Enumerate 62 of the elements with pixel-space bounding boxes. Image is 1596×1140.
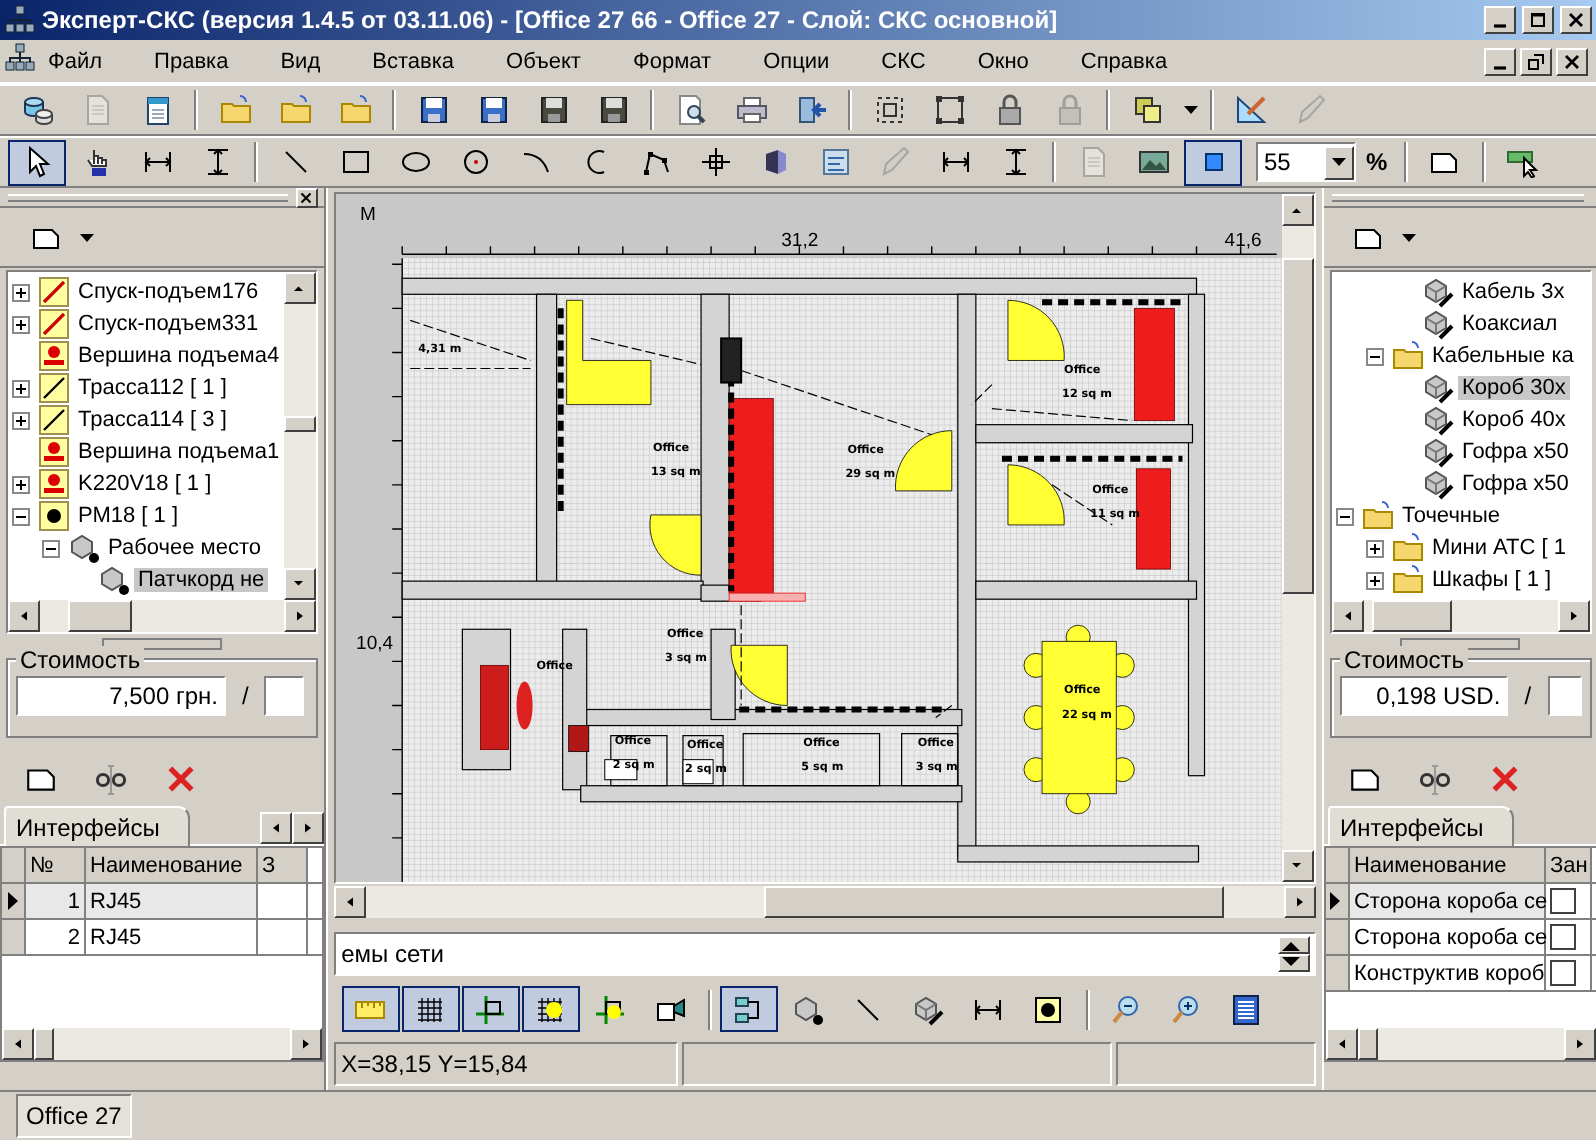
tree-item[interactable]: K220V18 [ 1 ] (74, 472, 216, 496)
tree-item[interactable]: Рабочее место (104, 536, 266, 560)
cost-label: Стоимость (1339, 646, 1469, 674)
tree-item[interactable]: Вершина подъема4 (74, 344, 284, 368)
ruler-label: 31,2 (780, 230, 818, 253)
document-tab[interactable]: Office 27 (16, 1094, 132, 1138)
command-field[interactable]: емы сети (333, 932, 1316, 976)
menu-item[interactable]: Формат (608, 49, 740, 73)
menu-item[interactable]: Вставка (348, 49, 483, 73)
tree-item[interactable]: Коаксиал (1457, 312, 1562, 336)
ruler-label: M (359, 204, 376, 227)
menu-item[interactable]: Справка (1056, 49, 1196, 73)
menu-item[interactable]: Файл (36, 49, 131, 73)
window-title: Эксперт-СКС (версия 1.4.5 от 03.11.06) - [Office 27 66 - Office 27 - Слой: СКС основной] (42, 6, 1060, 34)
tree-item[interactable]: Кабель 3х (1457, 280, 1569, 304)
tree-item[interactable]: Вершина подъема1 (74, 440, 284, 464)
tree-item[interactable]: Спуск-подъем176 (74, 280, 263, 304)
tree-item[interactable]: Гофра х50 (1457, 472, 1573, 496)
divider-slash: / (242, 682, 249, 710)
tree-item[interactable]: Трасса114 [ 3 ] (74, 408, 231, 432)
table-cell: Сторона короба се (1349, 884, 1546, 918)
cost-field[interactable]: 7,500 грн. (16, 676, 226, 716)
menu-item[interactable]: Правка (130, 49, 257, 73)
tab[interactable]: Интерфейсы (4, 806, 190, 846)
table-cell: 2 (26, 920, 86, 954)
zoom-combo[interactable]: 55 (1256, 142, 1356, 182)
menu-item[interactable]: СКС (857, 49, 954, 73)
ruler-label: 10,4 (355, 633, 393, 656)
command-text: емы сети (339, 940, 446, 968)
tree-item[interactable]: Трасса112 [ 1 ] (74, 376, 231, 400)
ruler-label: 41,6 (1223, 230, 1261, 253)
zoom-value: 55 (1262, 148, 1293, 176)
column-header[interactable]: Наименование (86, 848, 258, 882)
table-cell: 1 (26, 884, 86, 918)
tree-item[interactable]: Кабельные ка (1427, 344, 1578, 368)
zoom-unit: % (1364, 148, 1390, 176)
tree-item[interactable]: Мини АТС [ 1 (1427, 536, 1570, 560)
cost-field[interactable]: 0,198 USD. (1339, 676, 1509, 716)
table-cell: Конструктив короб (1349, 956, 1546, 990)
column-header[interactable]: Зан (1545, 848, 1592, 882)
tree-item[interactable]: РМ18 [ 1 ] (74, 504, 183, 528)
menu-item[interactable]: Объект (482, 49, 609, 73)
tree-item[interactable]: Точечные (1397, 504, 1505, 528)
tree-item[interactable]: Шкафы [ 1 ] (1427, 568, 1556, 592)
tab[interactable]: Интерфейсы (1327, 806, 1514, 846)
tree-item[interactable]: Патчкорд не (134, 568, 269, 592)
column-header[interactable]: Наименование (1349, 848, 1546, 882)
menu-item[interactable]: Окно (953, 49, 1057, 73)
column-header[interactable]: № (26, 848, 86, 882)
tree-item[interactable]: Короб 30х (1457, 376, 1570, 400)
cost-label: Стоимость (16, 646, 145, 674)
tree-item[interactable]: Короб 40х (1457, 408, 1570, 432)
menu-item[interactable]: Опции (739, 49, 858, 73)
table-cell: Сторона короба се (1349, 920, 1546, 954)
table-cell: RJ45 (86, 920, 258, 954)
menu-item[interactable]: Вид (256, 49, 349, 73)
column-header[interactable]: З (258, 848, 308, 882)
table-cell: RJ45 (86, 884, 258, 918)
tree-item[interactable]: Гофра х50 (1457, 440, 1573, 464)
divider-slash: / (1524, 682, 1532, 710)
tree-item[interactable]: Спуск-подъем331 (74, 312, 263, 336)
coordinates: X=38,15 Y=15,84 (333, 1042, 678, 1086)
